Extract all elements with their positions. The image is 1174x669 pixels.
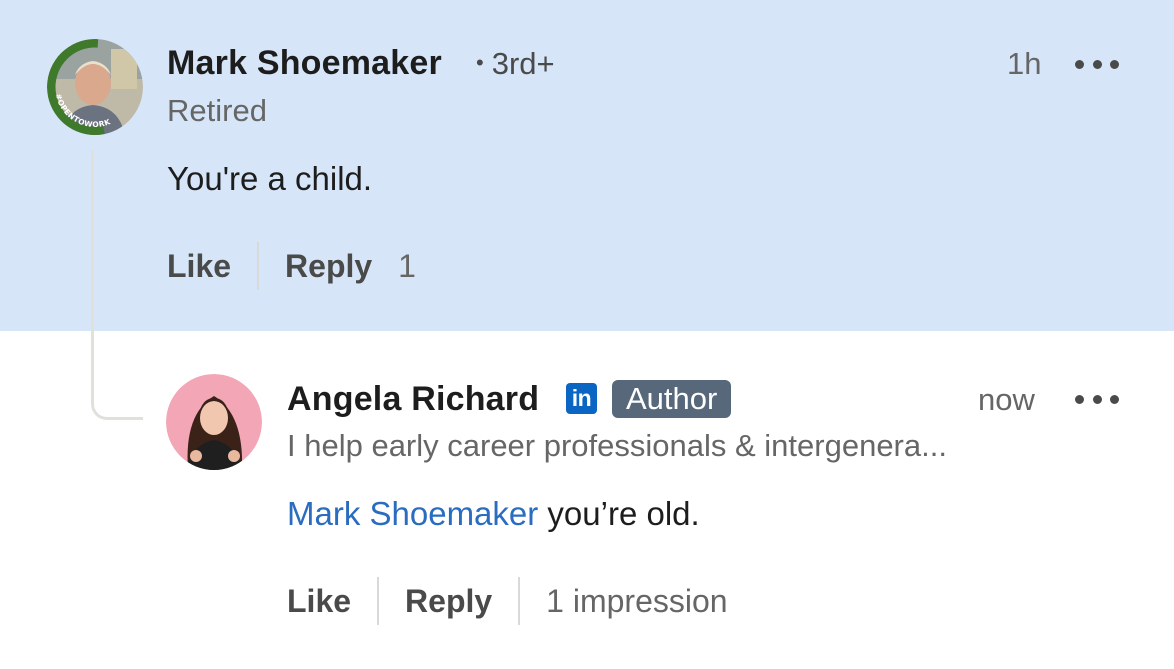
more-options-icon[interactable] (1075, 57, 1119, 71)
comment-text: You're a child. (167, 160, 373, 197)
reply-text: Mark Shoemaker you’re old. (287, 495, 700, 533)
mention-link[interactable]: Mark Shoemaker (287, 495, 538, 532)
action-divider (257, 242, 260, 290)
comment-timestamp: 1h (1007, 46, 1042, 81)
avatar-mark-shoemaker[interactable]: #OPENTOWORK (47, 39, 143, 135)
like-button[interactable]: Like (167, 248, 231, 285)
reply-actions: Like Reply 1 impression (287, 577, 728, 625)
reply-author-name[interactable]: Angela Richard (287, 380, 539, 419)
author-badge: Author (612, 380, 732, 418)
linkedin-logo-icon: in (566, 383, 597, 414)
like-button[interactable]: Like (287, 583, 351, 620)
comment-author-headline: Retired (167, 93, 267, 128)
action-divider (518, 577, 521, 625)
comment-author-name[interactable]: Mark Shoemaker (167, 44, 442, 83)
reply-button[interactable]: Reply (285, 248, 372, 285)
comment-thread: #OPENTOWORK Mark Shoemaker • 3rd+ Retired… (0, 0, 1174, 669)
comment-actions: Like Reply 1 (167, 242, 416, 290)
reply-count[interactable]: 1 (398, 248, 416, 285)
connection-degree-label: 3rd+ (491, 46, 555, 81)
reply-text-content: you’re old. (538, 495, 700, 532)
impression-count[interactable]: 1 impression (546, 583, 727, 620)
reply-author-headline[interactable]: I help early career professionals & inte… (287, 428, 947, 464)
more-options-icon[interactable] (1075, 392, 1119, 406)
connection-degree: • 3rd+ (476, 46, 555, 81)
action-divider (377, 577, 380, 625)
thread-connector-line (91, 150, 143, 420)
reply-timestamp: now (978, 382, 1035, 417)
avatar-angela-richard[interactable] (166, 374, 262, 470)
reply-button[interactable]: Reply (405, 583, 492, 620)
